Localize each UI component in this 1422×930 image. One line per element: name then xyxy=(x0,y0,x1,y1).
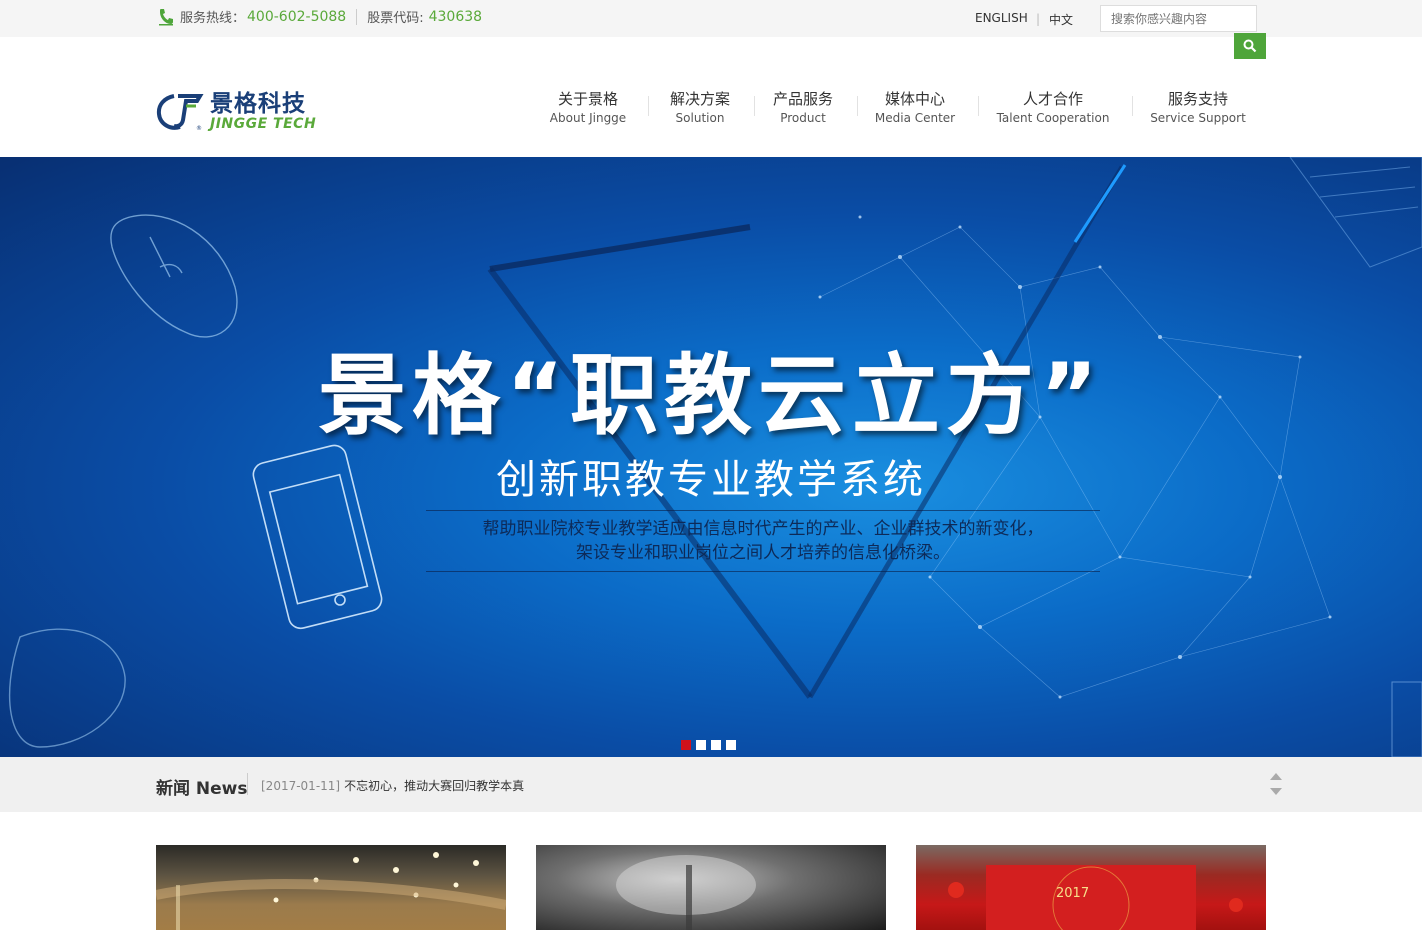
nav-divider xyxy=(648,96,649,116)
nav-label-en: Product xyxy=(780,111,826,125)
carousel-dot-4[interactable] xyxy=(726,740,736,750)
phone-icon xyxy=(159,8,173,25)
news-item-link[interactable]: [2017-01-11] 不忘初心，推动大赛回归教学本真 xyxy=(261,777,524,794)
contact-info: 服务热线： 400-602-5088 股票代码: 430638 xyxy=(158,7,482,26)
svg-text:®: ® xyxy=(196,125,202,132)
nav-label-cn: 产品服务 xyxy=(772,90,833,108)
logo-mark-icon: ® xyxy=(156,94,204,132)
lang-chinese-link[interactable]: 中文 xyxy=(1049,11,1073,28)
banner-desc-line2: 架设专业和职业岗位之间人才培养的信息化桥梁。 xyxy=(576,543,950,563)
chevron-up-icon[interactable] xyxy=(1270,773,1282,780)
logo[interactable]: ® 景格科技 JINGGE TECH xyxy=(156,92,316,132)
nav-divider xyxy=(1132,96,1133,116)
logo-text-en: JINGGE TECH xyxy=(210,116,317,132)
ceiling-lights-image xyxy=(156,852,506,930)
carousel-indicators xyxy=(681,740,736,750)
carousel-dot-1[interactable] xyxy=(681,740,691,750)
banner-headline: 景格“职教云立方” xyxy=(318,344,1104,447)
nav-item-solution[interactable]: 解决方案 Solution xyxy=(660,90,740,127)
event-stage-image: 2017 xyxy=(948,865,1243,930)
top-bar: 服务热线： 400-602-5088 股票代码: 430638 ENGLISH … xyxy=(0,0,1422,59)
nav-item-about[interactable]: 关于景格 About Jingge xyxy=(545,90,631,127)
lang-divider: | xyxy=(1036,12,1041,26)
news-headline: 不忘初心，推动大赛回归教学本真 xyxy=(344,779,525,793)
search-button[interactable] xyxy=(1234,33,1266,59)
nav-label-cn: 服务支持 xyxy=(1167,90,1228,108)
hotline-number: 400-602-5088 xyxy=(247,8,347,25)
news-card-image-1[interactable] xyxy=(156,845,506,930)
svg-text:2017: 2017 xyxy=(1056,886,1089,901)
lang-english-link[interactable]: ENGLISH xyxy=(975,11,1028,25)
carousel-dot-3[interactable] xyxy=(711,740,721,750)
stock-label: 股票代码: xyxy=(367,11,424,26)
nav-label-cn: 人才合作 xyxy=(1022,90,1083,108)
news-scroll-arrows[interactable] xyxy=(1268,771,1284,797)
nav-divider xyxy=(754,96,755,116)
divider xyxy=(356,8,358,25)
nav-item-media[interactable]: 媒体中心 Media Center xyxy=(870,90,960,127)
news-date: [2017-01-11] xyxy=(261,779,341,793)
nav-label-en: Talent Cooperation xyxy=(996,111,1110,125)
divider xyxy=(247,773,248,795)
nav-item-product[interactable]: 产品服务 Product xyxy=(764,90,842,127)
nav-label-cn: 关于景格 xyxy=(557,90,618,108)
news-card-image-2[interactable] xyxy=(536,845,886,930)
search-input[interactable] xyxy=(1100,5,1257,32)
stock-code: 430638 xyxy=(428,8,483,25)
carousel-dot-2[interactable] xyxy=(696,740,706,750)
hero-banner[interactable]: 景格“职教云立方” 创新职教专业教学系统 帮助职业院校专业教学适应由信息时代产生… xyxy=(0,157,1422,757)
banner-desc-line1: 帮助职业院校专业教学适应由信息时代产生的产业、企业群技术的新变化， xyxy=(482,519,1044,539)
nav-label-en: Media Center xyxy=(874,111,956,125)
search-icon xyxy=(1243,39,1257,53)
nav-divider xyxy=(857,96,858,116)
news-card-image-3[interactable]: 2017 xyxy=(916,845,1266,930)
nav-label-cn: 媒体中心 xyxy=(884,90,945,108)
banner-subheadline: 创新职教专业教学系统 xyxy=(496,457,926,503)
nav-item-talent[interactable]: 人才合作 Talent Cooperation xyxy=(993,90,1113,127)
nav-divider xyxy=(978,96,979,116)
nav-label-en: Service Support xyxy=(1150,111,1246,125)
news-title: 新闻 News xyxy=(156,779,248,799)
nav-label-en: Solution xyxy=(675,111,725,125)
news-ticker: 新闻 News [2017-01-11] 不忘初心，推动大赛回归教学本真 xyxy=(0,757,1422,812)
chevron-down-icon[interactable] xyxy=(1270,788,1282,795)
logo-text-cn: 景格科技 xyxy=(210,91,306,117)
hotline-label: 服务热线： xyxy=(180,11,246,26)
blurred-photo-image xyxy=(616,855,756,930)
nav-label-cn: 解决方案 xyxy=(669,90,730,108)
nav-label-en: About Jingge xyxy=(549,111,627,125)
banner-description: 帮助职业院校专业教学适应由信息时代产生的产业、企业群技术的新变化， 架设专业和职… xyxy=(426,510,1100,572)
nav-item-service[interactable]: 服务支持 Service Support xyxy=(1148,90,1248,127)
